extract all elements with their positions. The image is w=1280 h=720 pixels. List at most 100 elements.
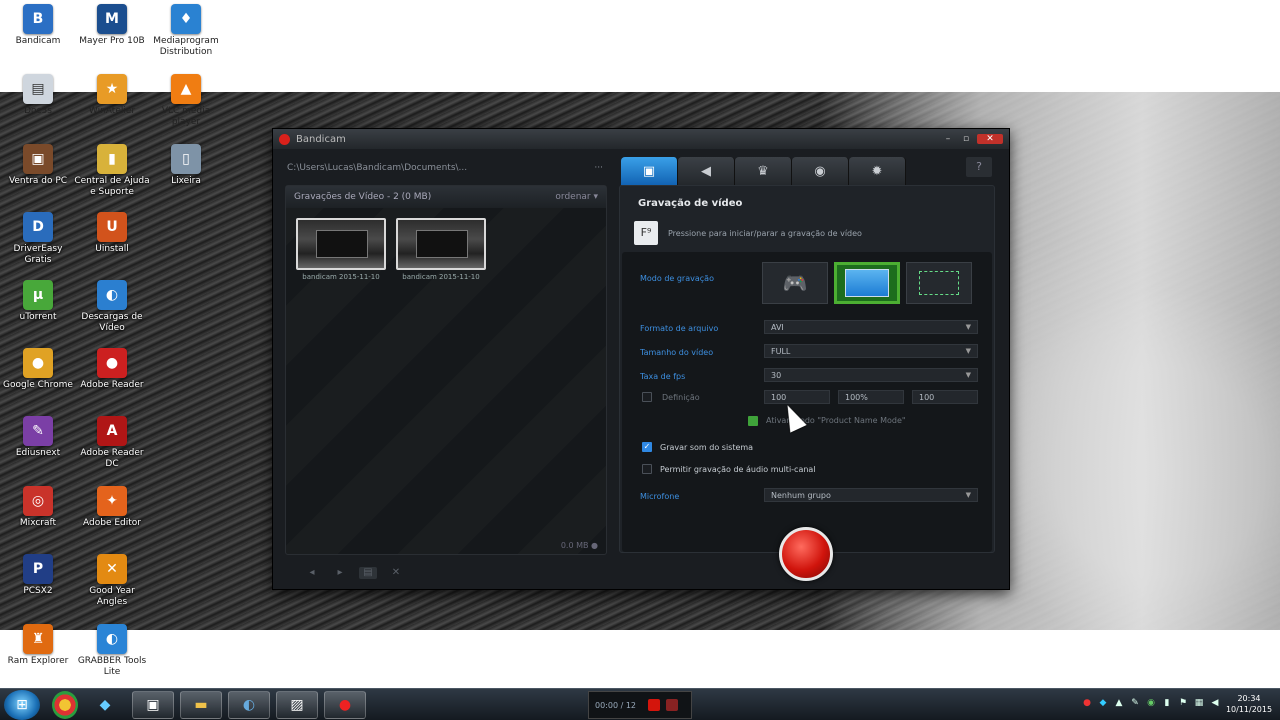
desktop-icon-ediusnext[interactable]: ✎ Ediusnext — [0, 416, 76, 459]
record-button[interactable] — [779, 527, 833, 581]
fps-limit-checkbox[interactable] — [642, 392, 652, 402]
fps-value: 30 — [771, 370, 782, 380]
fps-c-field[interactable]: 100 — [912, 390, 978, 404]
recording-thumbnail[interactable]: bandicam 2015-11-10 — [296, 218, 386, 290]
recording-thumbnail[interactable]: bandicam 2015-11-10 — [396, 218, 486, 290]
taskbar: ⊞ ◆ ▣ ▬ ◐ ▨ ● 00:00 / 12 ● ◆ ▲ ✎ ◉ ▮ ⚑ ▦… — [0, 688, 1280, 720]
tray-flag-icon[interactable]: ⚑ — [1178, 697, 1188, 709]
desktop-icon-media[interactable]: ♦ Mediaprogram Distribution — [148, 4, 224, 58]
folder-icon[interactable]: ▤ — [359, 567, 377, 579]
system-sound-checkbox[interactable]: ✓ — [642, 442, 652, 452]
browse-button[interactable]: ··· — [594, 163, 603, 173]
recording-time: 00:00 / 12 — [595, 700, 637, 710]
desktop-icon-recycle[interactable]: ▯ Lixeira — [148, 144, 224, 187]
window-title: Bandicam — [296, 133, 346, 145]
chevron-down-icon: ▼ — [965, 371, 971, 379]
taskbar-bandicam[interactable]: ● — [324, 690, 366, 719]
desktop-icon-uinstall[interactable]: U Uinstall — [74, 212, 150, 255]
desktop-icon-pcsx2[interactable]: P PCSX2 — [0, 554, 76, 597]
delete-icon[interactable]: ✕ — [387, 567, 405, 579]
multichannel-checkbox[interactable] — [642, 464, 652, 474]
recording-widget[interactable]: 00:00 / 12 — [588, 691, 692, 719]
format-dropdown[interactable]: AVI ▼ — [764, 320, 978, 334]
app-icon: ◐ — [97, 280, 127, 310]
desktop-icon-label: GRABBER Tools Lite — [77, 656, 147, 677]
desktop-icon-ram[interactable]: ♜ Ram Explorer — [0, 624, 76, 667]
tab-screenshot[interactable]: ◉ — [792, 157, 849, 185]
start-button[interactable]: ⊞ — [4, 689, 40, 720]
region-mode-button[interactable] — [906, 262, 972, 304]
taskbar-app-2[interactable]: ◆ — [84, 691, 126, 719]
desktop-icon-mayer[interactable]: M Mayer Pro 10B — [74, 4, 150, 47]
taskbar-media[interactable]: ◐ — [228, 690, 270, 719]
tray-network-icon[interactable]: ▦ — [1194, 697, 1204, 709]
mic-dropdown[interactable]: Nenhum grupo ▼ — [764, 488, 978, 502]
tray-pen-icon[interactable]: ✎ — [1130, 697, 1140, 709]
label-size: Tamanho do vídeo — [640, 348, 714, 357]
desktop-icon-downloads[interactable]: ◐ Descargas de Vídeo — [74, 280, 150, 334]
desktop-icon-drivereasy[interactable]: D DriverEasy Gratis — [0, 212, 76, 266]
desktop-icon-bandicam[interactable]: B Bandicam — [0, 4, 76, 47]
desktop-icon-chrome[interactable]: ● Google Chrome — [0, 348, 76, 391]
taskbar-editor[interactable]: ▨ — [276, 690, 318, 719]
app-icon: D — [23, 212, 53, 242]
fps-b-field[interactable]: 100% — [838, 390, 904, 404]
desktop-icon-winatelier[interactable]: ★ WinAtelier — [74, 74, 150, 117]
size-dropdown[interactable]: FULL ▼ — [764, 344, 978, 358]
help-button[interactable]: ? — [966, 157, 992, 177]
tab-game[interactable]: ♛ — [735, 157, 792, 185]
clock[interactable]: 20:34 10/11/2015 — [1224, 693, 1274, 715]
recordings-title: Gravações de Vídeo - 2 (0 MB) — [294, 192, 432, 202]
bandicam-icon: B — [23, 4, 53, 34]
forward-icon[interactable]: ▸ — [331, 567, 349, 579]
tray-shield-icon[interactable]: ▲ — [1114, 697, 1124, 709]
tab-audio[interactable]: ◀ — [678, 157, 735, 185]
desktop-icon-ventra[interactable]: ▣ Ventra do PC — [0, 144, 76, 187]
tray-battery-icon[interactable]: ▮ — [1162, 697, 1172, 709]
desktop-icon-vlc[interactable]: ▲ VLC media player — [148, 74, 224, 128]
desktop-icon-grabber[interactable]: ◐ GRABBER Tools Lite — [74, 624, 150, 678]
desktop-icon-adobe-editor[interactable]: ✦ Adobe Editor — [74, 486, 150, 529]
desktop-icon-help[interactable]: ▮ Central de Ajuda e Suporte — [74, 144, 150, 198]
star-icon: ★ — [97, 74, 127, 104]
desktop-icon-utorrent[interactable]: µ uTorrent — [0, 280, 76, 323]
desktop-icon-goodyear[interactable]: ✕ Good Year Angles — [74, 554, 150, 608]
tray-volume-icon[interactable]: ◀ — [1210, 697, 1220, 709]
desktop-icon-adobe[interactable]: ● Adobe Reader — [74, 348, 150, 391]
fps-dropdown[interactable]: 30 ▼ — [764, 368, 978, 382]
desktop-icon-label: Descargas de Vídeo — [81, 312, 143, 333]
desktop-icon-label: Central de Ajuda e Suporte — [74, 176, 150, 197]
editor-icon: ▨ — [290, 696, 304, 713]
taskbar-chrome[interactable] — [52, 690, 78, 719]
sort-dropdown[interactable]: ordenar ▾ — [555, 192, 598, 202]
label-fps: Taxa de fps — [640, 372, 686, 381]
record-icon: ● — [338, 696, 352, 713]
recordings-footer: 0.0 MB ● — [560, 541, 598, 550]
fps-a-field[interactable]: 100 — [764, 390, 830, 404]
game-mode-button[interactable]: 🎮 — [762, 262, 828, 304]
tab-video[interactable]: ▣ — [621, 157, 678, 185]
back-icon[interactable]: ◂ — [303, 567, 321, 579]
thumbnail-caption: bandicam 2015-11-10 — [402, 273, 480, 281]
adobe-icon: ● — [97, 348, 127, 378]
desktop-icon-adobe-dc[interactable]: A Adobe Reader DC — [74, 416, 150, 470]
taskbar-explorer[interactable]: ▬ — [180, 690, 222, 719]
desktop-icon-mixcraft[interactable]: ◎ Mixcraft — [0, 486, 76, 529]
output-path-bar[interactable]: C:\Users\Lucas\Bandicam\Documents\... ··… — [287, 159, 603, 177]
minimize-icon[interactable]: – — [941, 134, 955, 144]
desktop-icon-docs[interactable]: ▤ Doc3s — [0, 74, 76, 117]
tray-update-icon[interactable]: ◉ — [1146, 697, 1156, 709]
maximize-icon[interactable]: ▫ — [959, 134, 973, 144]
vlc-icon: ▲ — [171, 74, 201, 104]
tray-record-icon[interactable]: ● — [1082, 697, 1092, 709]
title-bar[interactable]: Bandicam – ▫ ✕ — [273, 129, 1009, 149]
desktop-icon-label: Adobe Reader DC — [80, 448, 144, 469]
system-tray: ● ◆ ▲ ✎ ◉ ▮ ⚑ ▦ ◀ — [1082, 697, 1220, 709]
recordings-panel: Gravações de Vídeo - 2 (0 MB) ordenar ▾ … — [285, 185, 607, 555]
screen-mode-button[interactable] — [834, 262, 900, 304]
desktop-icon-label: WinAtelier — [88, 106, 136, 116]
tray-app-icon[interactable]: ◆ — [1098, 697, 1108, 709]
close-icon[interactable]: ✕ — [977, 134, 1003, 144]
tab-settings[interactable]: ✹ — [849, 157, 906, 185]
taskbar-photo[interactable]: ▣ — [132, 690, 174, 719]
